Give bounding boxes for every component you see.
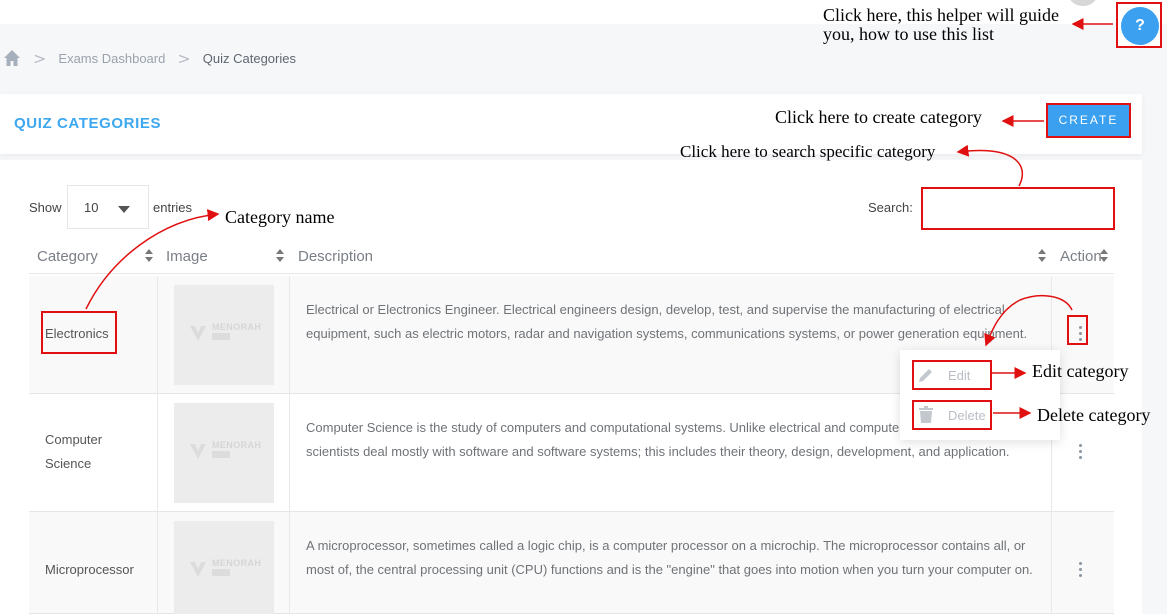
breadcrumb-separator-icon: > [177, 48, 191, 68]
home-icon[interactable] [3, 49, 21, 67]
kebab-highlight [1067, 315, 1088, 345]
annotation-search: Click here to search specific category [680, 142, 936, 161]
logo-icon [190, 326, 206, 341]
annotation-category-name: Category name [225, 207, 335, 227]
annotation-edit: Edit category [1032, 361, 1129, 381]
column-header-category[interactable]: Category [37, 248, 98, 265]
breadcrumb: > Exams Dashboard > Quiz Categories [0, 44, 296, 72]
category-highlight [41, 311, 117, 354]
chevron-down-icon [118, 206, 130, 213]
category-thumbnail: MENORAH [174, 403, 274, 503]
table-header: Category Image Description Action [29, 240, 1114, 274]
category-name: Computer Science [45, 432, 103, 471]
logo-badge [212, 569, 230, 576]
show-label: Show [29, 200, 62, 215]
column-header-description[interactable]: Description [298, 248, 373, 265]
logo-icon [190, 562, 206, 577]
category-thumbnail: MENORAH [174, 285, 274, 385]
annotation-create: Click here to create category [775, 107, 982, 127]
kebab-menu-icon[interactable] [1079, 444, 1083, 460]
entries-select[interactable]: 10 [67, 185, 149, 229]
image-cell: MENORAH [158, 512, 290, 614]
sort-icon[interactable] [1100, 249, 1108, 263]
image-cell: MENORAH [158, 394, 290, 511]
category-cell: Computer Science [29, 394, 158, 511]
logo-badge [212, 451, 230, 458]
search-input[interactable] [921, 187, 1115, 230]
edit-label: Edit [948, 367, 971, 383]
search-label: Search: [868, 200, 913, 215]
breadcrumb-exams-dashboard[interactable]: Exams Dashboard [58, 51, 165, 66]
breadcrumb-current: Quiz Categories [202, 50, 296, 66]
logo-text: MENORAH [212, 322, 262, 332]
help-button[interactable]: ? [1116, 2, 1162, 48]
logo-badge [212, 333, 230, 340]
entries-value: 10 [84, 200, 99, 215]
column-header-action[interactable]: Action [1060, 248, 1104, 265]
page-title: QUIZ CATEGORIES [14, 115, 162, 132]
help-icon: ? [1121, 7, 1159, 45]
sort-icon[interactable] [276, 249, 284, 263]
annotation-helper-line1: Click here, this helper will guide [823, 5, 1059, 25]
breadcrumb-separator-icon: > [33, 48, 47, 68]
image-cell: MENORAH [158, 276, 290, 393]
category-cell: Microprocessor [29, 512, 158, 613]
trash-icon [919, 406, 933, 423]
sort-icon[interactable] [145, 249, 153, 263]
description-text: A microprocessor, sometimes called a log… [306, 538, 1033, 577]
logo-text: MENORAH [212, 558, 262, 568]
column-header-image[interactable]: Image [166, 248, 208, 265]
category-thumbnail: MENORAH [174, 521, 274, 614]
create-highlight [1046, 103, 1131, 138]
user-avatar[interactable] [1068, 0, 1098, 6]
action-cell [1052, 512, 1114, 613]
logo-icon [190, 444, 206, 459]
category-name: Microprocessor [45, 562, 134, 577]
entries-label: entries [153, 200, 193, 215]
delete-label: Delete [948, 407, 986, 423]
annotation-delete: Delete category [1037, 405, 1151, 425]
description-cell: A microprocessor, sometimes called a log… [290, 512, 1052, 613]
table-row: Microprocessor MENORAH A microprocessor,… [29, 512, 1114, 614]
annotation-helper-line2: you, how to use this list [823, 24, 995, 44]
kebab-menu-icon[interactable] [1079, 562, 1083, 578]
description-text: Electrical or Electronics Engineer. Elec… [306, 302, 1028, 341]
edit-menu-item[interactable]: Edit [912, 360, 992, 390]
sort-icon[interactable] [1038, 249, 1046, 263]
logo-text: MENORAH [212, 440, 262, 450]
pencil-icon [919, 369, 932, 382]
delete-menu-item[interactable]: Delete [912, 400, 992, 430]
